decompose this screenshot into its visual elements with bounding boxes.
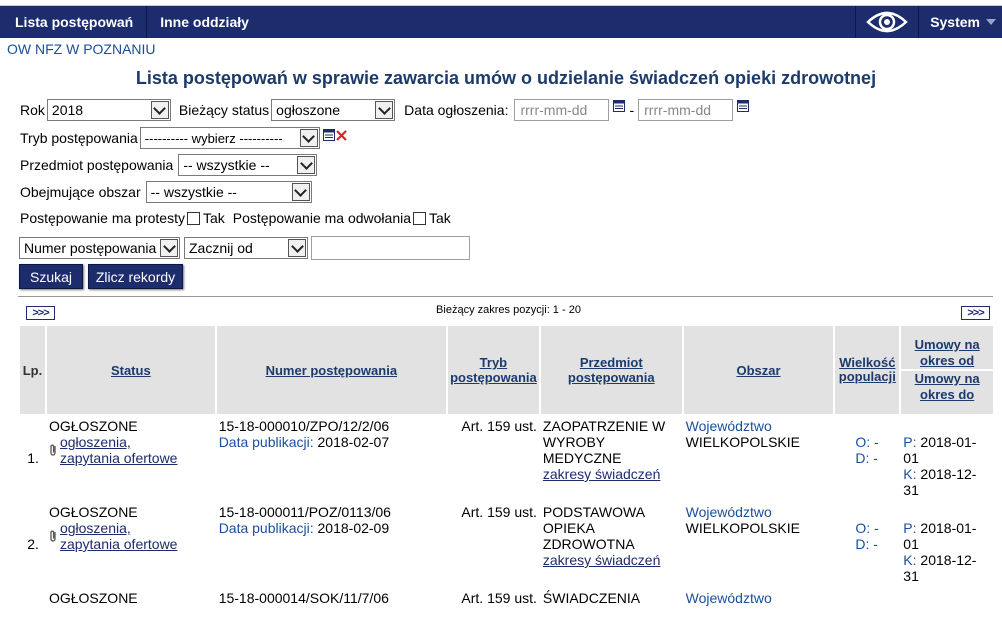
row-mode: Art. 159 ust.	[461, 418, 537, 434]
area-type: Województwo	[685, 504, 772, 520]
date-range-dash: -	[629, 102, 635, 118]
attachments-link[interactable]: ogłoszenia, zapytania ofertowe	[60, 520, 180, 552]
header-lp: Lp.	[20, 326, 45, 414]
clear-icon[interactable]	[336, 129, 347, 141]
row-status: OGŁOSZONE	[48, 418, 138, 434]
area-select[interactable]: -- wszystkie --	[145, 181, 312, 203]
mode-select[interactable]: ---------- wybierz ----------	[139, 127, 320, 149]
divider	[18, 296, 993, 297]
filter-row-year: Rok 2018 Bieżący status ogłoszone Data o…	[20, 99, 753, 121]
date-from-input[interactable]: rrrr-mm-dd	[514, 99, 610, 121]
row-mode: Art. 159 ust.	[461, 504, 537, 520]
period-k-label: K:	[903, 466, 917, 482]
paperclip-icon	[50, 530, 56, 542]
population-o: O: -	[855, 520, 879, 536]
chevron-down-icon	[986, 19, 996, 25]
row-subject: ZAOPATRZENIE W WYROBY MEDYCZNE	[542, 418, 666, 466]
search-field-select[interactable]: Numer postępowania	[19, 237, 180, 259]
table-row: OGŁOSZONE 15-18-000014/SOK/11/7/06 Art. …	[20, 588, 993, 628]
table-row: 1. OGŁOSZONE ogłoszenia, zapytania ofert…	[20, 416, 993, 500]
header-period-from[interactable]: Umowy na okres od	[901, 337, 993, 371]
row-lp: 1.	[27, 450, 39, 466]
filter-row-subject: Przedmiot postępowania -- wszystkie --	[20, 154, 318, 176]
area-name: WIELKOPOLSKIE	[685, 520, 800, 536]
publication-date: 2018-02-07	[317, 434, 390, 450]
population-d: D: -	[855, 450, 878, 466]
search-button[interactable]: Szukaj	[19, 264, 83, 289]
filter-row-area: Obejmujące obszar -- wszystkie --	[20, 181, 312, 203]
row-lp	[20, 588, 45, 628]
service-scope-link[interactable]: zakresy świadczeń	[543, 466, 680, 482]
period-k-label: K:	[903, 552, 917, 568]
header-number[interactable]: Numer postępowania	[216, 326, 446, 414]
header-area[interactable]: Obszar	[683, 326, 834, 414]
header-mode[interactable]: Tryb postępowania	[447, 326, 539, 414]
population-o: O: -	[855, 434, 879, 450]
proceedings-table: Lp. Status Numer postępowania Tryb postę…	[18, 324, 995, 630]
nav-list-proceedings[interactable]: Lista postępowań	[0, 6, 148, 38]
attachments-link[interactable]: ogłoszenia, zapytania ofertowe	[60, 434, 180, 466]
pager-next-top-right[interactable]: >>>	[961, 306, 990, 320]
appeals-checkbox[interactable]	[413, 211, 427, 225]
protests-checkbox[interactable]	[186, 211, 200, 225]
row-status: OGŁOSZONE	[48, 504, 138, 520]
period-p-label: P:	[903, 520, 917, 536]
date-to-input[interactable]: rrrr-mm-dd	[638, 99, 734, 121]
search-match-select[interactable]: Zacznij od	[184, 237, 308, 259]
service-scope-link[interactable]: zakresy świadczeń	[543, 552, 680, 568]
appeals-label: Postępowanie ma odwołania	[232, 210, 412, 226]
eye-icon[interactable]	[855, 6, 920, 38]
header-status[interactable]: Status	[46, 326, 215, 414]
row-subject: ŚWIADCZENIA	[542, 590, 641, 606]
nav-other-branches[interactable]: Inne oddziały	[147, 6, 263, 38]
search-input[interactable]	[311, 236, 470, 260]
nav-system-menu[interactable]: System	[919, 6, 1002, 38]
range-info: Bieżący zakres pozycji: 1 - 20	[436, 304, 581, 316]
area-type: Województwo	[685, 590, 772, 606]
area-type: Województwo	[685, 418, 772, 434]
protests-label: Postępowanie ma protesty	[20, 210, 185, 226]
appeals-yes-label: Tak	[429, 210, 451, 226]
row-subject: PODSTAWOWA OPIEKA ZDROWOTNA	[542, 504, 645, 552]
calendar-icon[interactable]	[613, 100, 626, 112]
row-number[interactable]: 15-18-000014/SOK/11/7/06	[217, 588, 446, 628]
row-number[interactable]: 15-18-000011/POZ/0113/06	[219, 504, 444, 520]
filter-row-mode: Tryb postępowania ---------- wybierz ---…	[20, 127, 347, 149]
table-row: 2. OGŁOSZONE ogłoszenia, zapytania ofert…	[20, 502, 993, 586]
paperclip-icon	[50, 444, 56, 456]
year-label: Rok	[20, 102, 45, 118]
year-select[interactable]: 2018	[46, 99, 171, 121]
publication-date-label: Data publikacji:	[218, 520, 314, 536]
row-number[interactable]: 15-18-000010/ZPO/12/2/06	[219, 418, 444, 434]
header-period-to[interactable]: Umowy na okres do	[901, 371, 993, 403]
main-navbar: Lista postępowań Inne oddziały System	[0, 6, 1002, 38]
filter-row-text-search: Numer postępowania Zacznij od	[19, 236, 470, 260]
population-d: D: -	[855, 536, 878, 552]
calendar-icon[interactable]	[737, 100, 750, 112]
header-subject[interactable]: Przedmiot postępowania	[540, 326, 682, 414]
page-title: Lista postępowań w sprawie zawarcia umów…	[135, 68, 877, 88]
subject-label: Przedmiot postępowania	[20, 157, 174, 173]
period-p-label: P:	[903, 434, 917, 450]
status-select[interactable]: ogłoszone	[271, 99, 396, 121]
publication-date: 2018-02-09	[317, 520, 390, 536]
row-status: OGŁOSZONE	[48, 590, 138, 606]
subject-select[interactable]: -- wszystkie --	[178, 154, 318, 176]
area-label: Obejmujące obszar	[20, 184, 141, 200]
protests-yes-label: Tak	[202, 210, 225, 226]
date-label: Data ogłoszenia:	[404, 102, 509, 118]
row-mode: Art. 159 ust.	[461, 590, 537, 606]
filter-row-flags: Postępowanie ma protesty Tak Postępowani…	[20, 210, 451, 226]
area-name: WIELKOPOLSKIE	[685, 434, 800, 450]
nav-system-label: System	[930, 14, 980, 30]
mode-label: Tryb postępowania	[20, 130, 138, 146]
publication-date-label: Data publikacji:	[218, 434, 314, 450]
row-lp: 2.	[27, 536, 39, 552]
status-label: Bieżący status	[178, 102, 270, 118]
count-records-button[interactable]: Zlicz rekordy	[88, 264, 183, 289]
branch-name: OW NFZ W POZNANIU	[7, 41, 156, 57]
header-population[interactable]: Wielkość populacji	[835, 326, 900, 414]
list-icon[interactable]	[322, 129, 335, 141]
